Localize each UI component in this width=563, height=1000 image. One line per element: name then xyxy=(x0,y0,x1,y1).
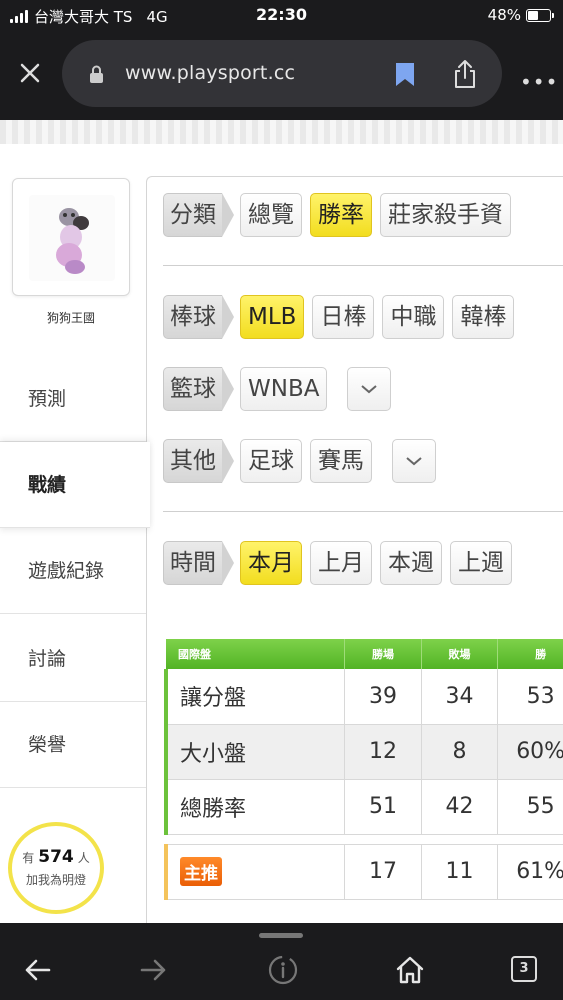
row-rate: 53 xyxy=(497,669,563,725)
basketball-option-wnba[interactable]: WNBA xyxy=(240,367,328,411)
other-filter-row: 其他 足球 賽馬 xyxy=(163,437,436,485)
close-icon[interactable] xyxy=(17,60,43,86)
baseball-option-cpbl[interactable]: 中職 xyxy=(382,295,445,339)
chevron-down-icon xyxy=(361,385,378,394)
fan-badge[interactable]: 有 574 人 加我為明燈 xyxy=(8,822,104,914)
bookmark-icon[interactable] xyxy=(395,62,415,87)
category-label: 分類 xyxy=(163,193,234,237)
browser-toolbar: www.playsport.cc ••• xyxy=(0,32,563,120)
sidebar-item-game-log[interactable]: 遊戲紀錄 xyxy=(0,528,146,614)
share-icon[interactable] xyxy=(452,59,478,89)
other-option-soccer[interactable]: 足球 xyxy=(240,439,302,483)
sidebar-item-honor[interactable]: 榮譽 xyxy=(0,702,146,788)
row-name: 讓分盤 xyxy=(164,669,346,725)
column-header: 勝 xyxy=(497,639,563,669)
lock-icon xyxy=(90,65,103,83)
status-bar: 台灣大哥大 TS 4G 22:30 48% xyxy=(0,0,563,32)
row-losses: 42 xyxy=(421,779,499,835)
table-header-row: 國際盤 勝場 敗場 勝 xyxy=(166,639,563,669)
baseball-option-kbo[interactable]: 韓棒 xyxy=(452,295,515,339)
featured-row: 主推 17 11 61% xyxy=(164,843,563,900)
clock: 22:30 xyxy=(256,5,307,24)
row-wins: 12 xyxy=(344,724,422,780)
table-row: 讓分盤 39 34 53 xyxy=(164,669,563,725)
row-rate: 60% xyxy=(497,724,563,780)
category-option-overview[interactable]: 總覽 xyxy=(240,193,302,237)
featured-losses: 11 xyxy=(421,843,499,900)
row-losses: 8 xyxy=(421,724,499,780)
divider xyxy=(163,265,563,266)
fan-suffix: 人 xyxy=(77,851,90,865)
row-name: 總勝率 xyxy=(164,779,346,835)
time-label: 時間 xyxy=(163,541,234,585)
baseball-filter-row: 棒球 MLB 日棒 中職 韓棒 xyxy=(163,293,515,341)
username[interactable]: 狗狗王國 xyxy=(0,309,142,326)
browser-bottom-bar: 3 xyxy=(0,923,563,1000)
baseball-option-mlb[interactable]: MLB xyxy=(240,295,305,339)
other-more-dropdown[interactable] xyxy=(392,439,436,483)
address-bar[interactable]: www.playsport.cc xyxy=(62,40,502,107)
row-losses: 34 xyxy=(421,669,499,725)
row-rate: 55 xyxy=(497,779,563,835)
baseball-label: 棒球 xyxy=(163,295,234,339)
decorative-strip xyxy=(0,120,563,144)
info-icon[interactable] xyxy=(266,953,300,987)
forward-icon[interactable] xyxy=(136,953,170,987)
battery-percent: 48% xyxy=(487,6,521,24)
row-name: 大小盤 xyxy=(164,724,346,780)
featured-rate: 61% xyxy=(497,843,563,900)
column-header: 敗場 xyxy=(421,639,499,669)
time-filter-row: 時間 本月 上月 本週 上週 xyxy=(163,539,512,587)
basketball-filter-row: 籃球 WNBA xyxy=(163,365,392,413)
tabs-icon[interactable]: 3 xyxy=(511,956,537,982)
category-filter-row: 分類 總覽 勝率 莊家殺手資 xyxy=(163,191,511,239)
baseball-option-npb[interactable]: 日棒 xyxy=(312,295,375,339)
row-wins: 39 xyxy=(344,669,422,725)
other-option-horse-racing[interactable]: 賽馬 xyxy=(310,439,372,483)
stats-table: 國際盤 勝場 敗場 勝 讓分盤 39 34 53 大小盤 12 8 60% 總勝… xyxy=(164,639,563,900)
chevron-down-icon xyxy=(406,457,422,466)
battery-icon xyxy=(526,8,554,22)
column-header: 勝場 xyxy=(344,639,422,669)
category-option-winrate[interactable]: 勝率 xyxy=(310,193,372,237)
featured-tag-cell: 主推 xyxy=(164,843,346,900)
other-label: 其他 xyxy=(163,439,234,483)
fan-action: 加我為明燈 xyxy=(25,873,86,887)
basketball-label: 籃球 xyxy=(163,367,234,411)
sidebar: 狗狗王國 預測 戰績 遊戲紀錄 討論 榮譽 有 574 人 加我為明燈 xyxy=(0,176,150,923)
featured-tag: 主推 xyxy=(180,857,222,886)
featured-wins: 17 xyxy=(344,843,422,900)
web-page: 狗狗王國 預測 戰績 遊戲紀錄 討論 榮譽 有 574 人 加我為明燈 分類 總覽 … xyxy=(0,120,563,923)
basketball-more-dropdown[interactable] xyxy=(347,367,392,411)
table-spacer xyxy=(166,834,563,844)
divider xyxy=(163,511,563,512)
avatar[interactable] xyxy=(12,178,130,296)
drag-handle[interactable] xyxy=(259,933,303,938)
time-option-this-month[interactable]: 本月 xyxy=(240,541,302,585)
url-text: www.playsport.cc xyxy=(125,62,296,84)
time-option-last-month[interactable]: 上月 xyxy=(310,541,372,585)
back-icon[interactable] xyxy=(21,953,55,987)
table-row: 大小盤 12 8 60% xyxy=(164,724,563,780)
fan-prefix: 有 xyxy=(22,851,35,865)
more-icon[interactable]: ••• xyxy=(520,70,558,94)
sidebar-item-discussion[interactable]: 討論 xyxy=(0,616,146,702)
row-wins: 51 xyxy=(344,779,422,835)
avatar-image xyxy=(29,195,115,281)
home-icon[interactable] xyxy=(393,953,427,987)
fan-count: 574 xyxy=(38,847,74,867)
time-option-this-week[interactable]: 本週 xyxy=(380,541,442,585)
sidebar-item-record[interactable]: 戰績 xyxy=(0,442,150,528)
table-row: 總勝率 51 42 55 xyxy=(164,779,563,835)
column-header: 國際盤 xyxy=(166,639,346,669)
time-option-last-week[interactable]: 上週 xyxy=(450,541,512,585)
sidebar-item-predict[interactable]: 預測 xyxy=(0,356,146,442)
category-option-bookie-killer[interactable]: 莊家殺手資 xyxy=(380,193,511,237)
